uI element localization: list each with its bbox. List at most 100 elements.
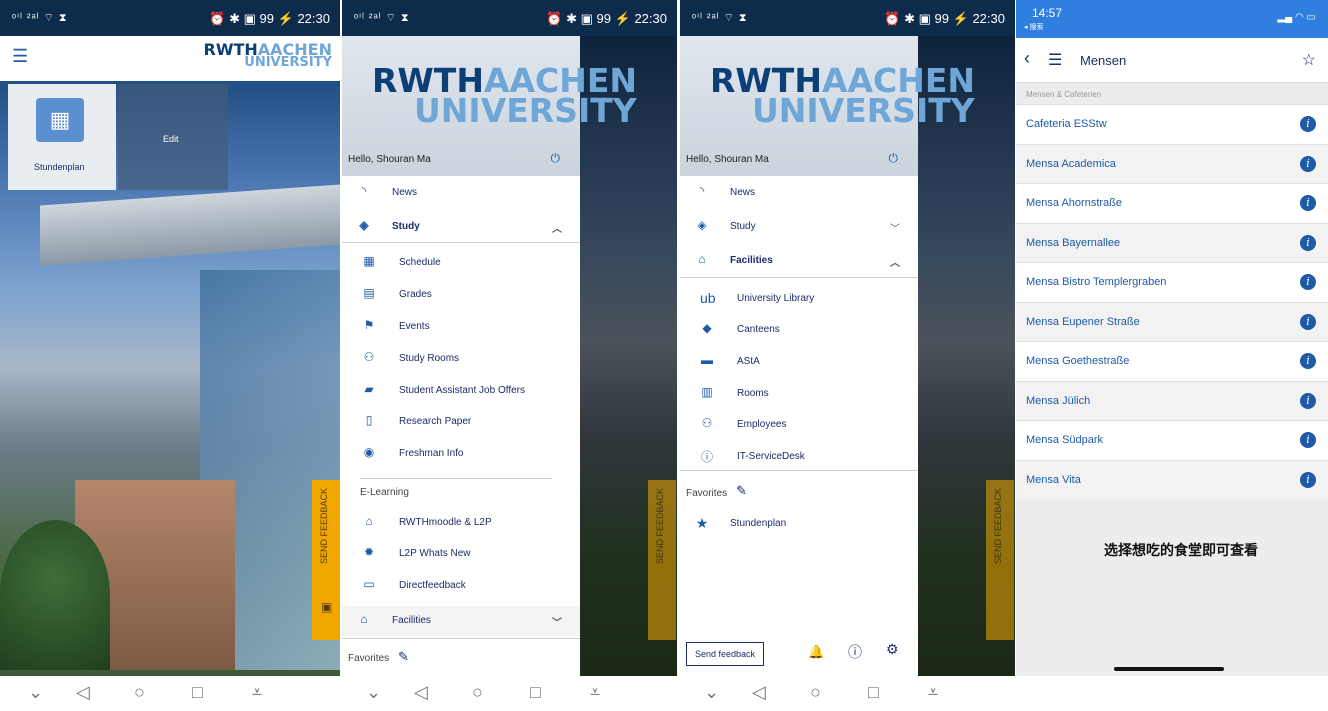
calendar-icon: ▦ <box>363 254 375 268</box>
edit-pencil-icon[interactable]: ✎ <box>736 483 747 499</box>
mensa-row[interactable]: Mensa Academica i <box>1016 143 1328 184</box>
chevron-down-icon[interactable]: ⌄ <box>28 682 43 703</box>
favorite-item-stundenplan[interactable]: ★ Stundenplan <box>680 509 918 539</box>
notification-pull-icon[interactable]: ⩡ <box>928 682 938 703</box>
drawer-section-facilities[interactable]: ⌂ Facilities ︿ <box>680 246 918 276</box>
drawer-item-library[interactable]: ub University Library <box>680 284 918 314</box>
item-label: Stundenplan <box>730 518 787 529</box>
recents-icon[interactable]: □ <box>530 682 541 703</box>
chevron-up-icon: ︿ <box>552 224 562 235</box>
info-icon[interactable]: i <box>1300 471 1316 488</box>
mensa-name: Mensa Südpark <box>1026 434 1104 446</box>
badge-icon: ✹ <box>363 545 375 559</box>
graduation-cap-icon: ◈ <box>359 218 369 232</box>
back-icon[interactable]: ◁ <box>752 682 766 703</box>
drawer-item-asta[interactable]: ▬ AStA <box>680 347 918 377</box>
mensa-row[interactable]: Mensa Jülich i <box>1016 380 1328 421</box>
drawer-item-canteens[interactable]: ◆ Canteens <box>680 315 918 345</box>
recents-icon[interactable]: □ <box>192 682 203 703</box>
ios-status-bar: 14:57 ◂ 搜索 ▂▄ ◠ ▭ <box>1016 0 1328 38</box>
info-icon[interactable]: i <box>1300 313 1316 330</box>
grades-icon: ▤ <box>363 286 375 300</box>
mensa-row[interactable]: Mensa Vita i <box>1016 459 1328 500</box>
item-label: Study <box>392 221 420 232</box>
info-icon[interactable]: i <box>1300 353 1316 369</box>
divider <box>680 277 918 278</box>
drawer-section-facilities[interactable]: ⌂ Facilities ﹀ <box>342 606 580 636</box>
clock: ⏰ ✱ ▣ 99 ⚡ 22:30 <box>884 11 1005 26</box>
bell-icon[interactable]: 🔔 <box>808 644 824 660</box>
back-icon[interactable]: ◁ <box>414 682 428 703</box>
mensa-row[interactable]: Mensa Bistro Templergraben i <box>1016 262 1328 302</box>
settings-gear-icon[interactable]: ⚙ <box>886 641 899 658</box>
send-feedback-button[interactable]: Send feedback <box>686 642 764 666</box>
info-icon[interactable]: i <box>1300 155 1316 172</box>
drawer-item-news[interactable]: ◝ News <box>680 178 918 208</box>
drawer-item-rooms[interactable]: ▥ Rooms <box>680 379 918 409</box>
info-icon[interactable]: i <box>1300 195 1316 211</box>
page-title: Mensen <box>1080 53 1127 68</box>
drawer-item-employees[interactable]: ⚇ Employees <box>680 410 918 440</box>
drawer-item-l2p-new[interactable]: ✹ L2P Whats New <box>342 539 580 569</box>
mensa-row[interactable]: Mensa Goethestraße i <box>1016 341 1328 381</box>
home-icon[interactable]: ○ <box>810 682 821 703</box>
drawer-section-study[interactable]: ◈ Study ﹀ <box>680 212 918 242</box>
mensa-row[interactable]: Mensa Eupener Straße i <box>1016 301 1328 342</box>
info-icon[interactable]: i <box>1300 432 1316 448</box>
notification-pull-icon[interactable]: ⩡ <box>252 682 262 703</box>
drawer-item-news[interactable]: ◝ News <box>342 178 580 208</box>
logout-power-icon[interactable]: ⏻ <box>551 151 561 166</box>
back-chevron-icon[interactable]: ‹ <box>1024 48 1030 69</box>
info-icon[interactable]: i <box>1300 392 1316 409</box>
send-feedback-tab[interactable]: SEND FEEDBACK ▣ <box>312 480 340 640</box>
drawer-item-grades[interactable]: ▤ Grades <box>342 280 580 310</box>
mensa-row[interactable]: Mensa Südpark i <box>1016 420 1328 460</box>
info-icon[interactable]: i <box>1300 116 1316 132</box>
drawer-header: RWTHAACHEN UNIVERSITY Hello, Shouran Ma … <box>680 36 975 176</box>
drawer-item-servicedesk[interactable]: ⓘ IT-ServiceDesk <box>680 442 918 472</box>
info-icon[interactable]: i <box>1300 234 1316 251</box>
clock: ⏰ ✱ ▣ 99 ⚡ 22:30 <box>209 11 330 26</box>
drawer-section-study[interactable]: ◈ Study ︿ <box>342 212 580 242</box>
info-icon[interactable]: ⓘ <box>848 642 862 662</box>
notification-pull-icon[interactable]: ⩡ <box>590 682 600 703</box>
home-icon[interactable]: ○ <box>472 682 483 703</box>
drawer-item-events[interactable]: ⚑ Events <box>342 312 580 342</box>
drawer-item-research-paper[interactable]: ▯ Research Paper <box>342 407 580 437</box>
chat-icon: ▭ <box>363 577 375 591</box>
compass-icon: ◉ <box>363 445 375 459</box>
mensa-row[interactable]: Mensa Bayernallee i <box>1016 222 1328 263</box>
chevron-down-icon[interactable]: ⌄ <box>366 682 381 703</box>
drawer-item-directfeedback[interactable]: ▭ Directfeedback <box>342 571 580 601</box>
mensa-name: Mensa Jülich <box>1026 394 1091 407</box>
stundenplan-tile[interactable]: ▦ Stundenplan <box>8 84 116 190</box>
drawer-item-study-rooms[interactable]: ⚇ Study Rooms <box>342 344 580 374</box>
favorite-star-icon[interactable]: ☆ <box>1302 50 1316 70</box>
drawer-item-freshman-info[interactable]: ◉ Freshman Info <box>342 439 580 469</box>
item-label: Grades <box>399 289 432 300</box>
mensa-name: Mensa Academica <box>1026 157 1116 170</box>
chevron-up-icon: ︿ <box>890 258 900 269</box>
logout-power-icon[interactable]: ⏻ <box>889 151 899 166</box>
chevron-down-icon: ﹀ <box>552 618 562 629</box>
rwth-logo: RWTHAACHEN UNIVERSITY <box>710 61 976 130</box>
hamburger-menu-icon[interactable]: ☰ <box>12 46 28 67</box>
item-label: IT-ServiceDesk <box>737 451 805 462</box>
item-label: Rooms <box>737 388 769 399</box>
back-to-app[interactable]: ◂ 搜索 <box>1024 22 1043 32</box>
signal-indicators: ᵒⁱˡ ²ᵃˡ ⌔ ⧗ <box>354 12 410 24</box>
recents-icon[interactable]: □ <box>868 682 879 703</box>
home-icon[interactable]: ○ <box>134 682 145 703</box>
edit-tile[interactable]: Edit <box>118 84 228 190</box>
drawer-item-schedule[interactable]: ▦ Schedule <box>342 248 580 278</box>
drawer-item-job-offers[interactable]: ▰ Student Assistant Job Offers <box>342 376 580 406</box>
chevron-down-icon[interactable]: ⌄ <box>704 682 719 703</box>
hamburger-menu-icon[interactable]: ☰ <box>1048 50 1062 70</box>
back-icon[interactable]: ◁ <box>76 682 90 703</box>
edit-pencil-icon[interactable]: ✎ <box>398 649 409 665</box>
mensa-row[interactable]: Mensa Ahornstraße i <box>1016 183 1328 223</box>
mensa-row[interactable]: Cafeteria ESStw i <box>1016 104 1328 144</box>
graduation-cap-icon: ◈ <box>697 218 707 232</box>
drawer-item-moodle[interactable]: ⌂ RWTHmoodle & L2P <box>342 508 580 538</box>
info-icon[interactable]: i <box>1300 274 1316 290</box>
